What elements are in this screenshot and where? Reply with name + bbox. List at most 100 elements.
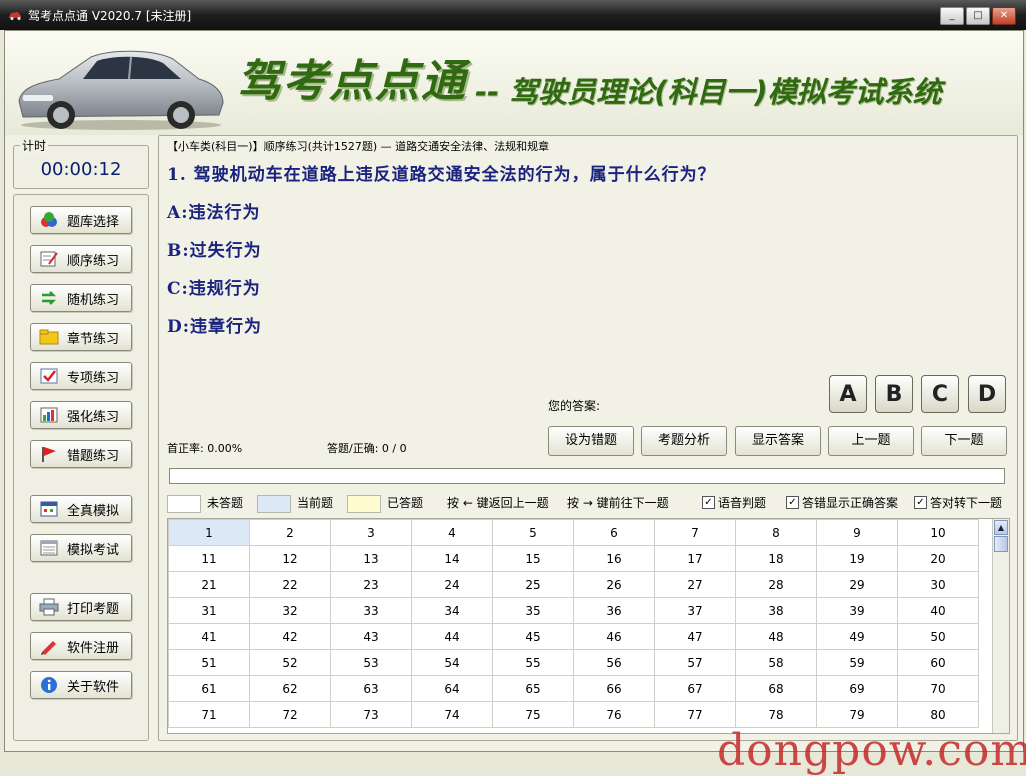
random-practice-button[interactable]: 随机练习 [30, 284, 132, 312]
question-cell[interactable]: 59 [816, 649, 898, 676]
question-cell[interactable]: 46 [573, 623, 655, 650]
question-cell[interactable]: 61 [168, 675, 250, 702]
chapter-practice-button[interactable]: 章节练习 [30, 323, 132, 351]
question-cell[interactable]: 28 [735, 571, 817, 598]
option-c[interactable]: C:违规行为 [167, 274, 261, 299]
question-cell[interactable]: 32 [249, 597, 331, 624]
question-bank-button[interactable]: 题库选择 [30, 206, 132, 234]
question-cell[interactable]: 78 [735, 701, 817, 728]
question-cell[interactable]: 37 [654, 597, 736, 624]
question-cell[interactable]: 23 [330, 571, 412, 598]
question-cell[interactable]: 70 [897, 675, 979, 702]
question-cell[interactable]: 13 [330, 545, 412, 572]
question-cell[interactable]: 38 [735, 597, 817, 624]
question-cell[interactable]: 52 [249, 649, 331, 676]
wrong-practice-button[interactable]: 错题练习 [30, 440, 132, 468]
show-answer-button[interactable]: 显示答案 [735, 426, 821, 456]
intensive-practice-button[interactable]: 强化练习 [30, 401, 132, 429]
question-cell[interactable]: 76 [573, 701, 655, 728]
question-cell[interactable]: 14 [411, 545, 493, 572]
question-cell[interactable]: 25 [492, 571, 574, 598]
question-cell[interactable]: 21 [168, 571, 250, 598]
close-button[interactable]: ✕ [992, 7, 1016, 25]
question-cell[interactable]: 75 [492, 701, 574, 728]
question-cell[interactable]: 31 [168, 597, 250, 624]
question-cell[interactable]: 22 [249, 571, 331, 598]
question-analysis-button[interactable]: 考题分析 [641, 426, 727, 456]
question-cell[interactable]: 44 [411, 623, 493, 650]
question-cell[interactable]: 74 [411, 701, 493, 728]
scroll-thumb[interactable] [994, 536, 1008, 552]
question-cell[interactable]: 15 [492, 545, 574, 572]
question-cell[interactable]: 69 [816, 675, 898, 702]
print-questions-button[interactable]: 打印考题 [30, 593, 132, 621]
question-cell[interactable]: 6 [573, 519, 655, 546]
question-cell[interactable]: 68 [735, 675, 817, 702]
next-question-button[interactable]: 下一题 [921, 426, 1007, 456]
question-cell[interactable]: 67 [654, 675, 736, 702]
maximize-button[interactable]: □ [966, 7, 990, 25]
question-cell[interactable]: 24 [411, 571, 493, 598]
question-cell[interactable]: 77 [654, 701, 736, 728]
question-cell[interactable]: 27 [654, 571, 736, 598]
question-cell[interactable]: 54 [411, 649, 493, 676]
question-cell[interactable]: 42 [249, 623, 331, 650]
question-cell[interactable]: 19 [816, 545, 898, 572]
voice-judge-checkbox[interactable]: ✓ [702, 496, 715, 509]
question-cell[interactable]: 80 [897, 701, 979, 728]
question-cell[interactable]: 49 [816, 623, 898, 650]
show-correct-checkbox[interactable]: ✓ [786, 496, 799, 509]
question-cell[interactable]: 17 [654, 545, 736, 572]
question-cell[interactable]: 11 [168, 545, 250, 572]
question-cell[interactable]: 3 [330, 519, 412, 546]
option-a[interactable]: A:违法行为 [167, 198, 260, 223]
previous-question-button[interactable]: 上一题 [828, 426, 914, 456]
question-cell[interactable]: 43 [330, 623, 412, 650]
question-cell[interactable]: 33 [330, 597, 412, 624]
question-cell[interactable]: 39 [816, 597, 898, 624]
answer-a-button[interactable]: A [829, 375, 867, 413]
question-cell[interactable]: 51 [168, 649, 250, 676]
question-cell[interactable]: 12 [249, 545, 331, 572]
question-cell[interactable]: 50 [897, 623, 979, 650]
option-b[interactable]: B:过失行为 [167, 236, 262, 261]
question-cell[interactable]: 30 [897, 571, 979, 598]
question-cell[interactable]: 2 [249, 519, 331, 546]
question-cell[interactable]: 72 [249, 701, 331, 728]
question-cell[interactable]: 1 [168, 519, 250, 546]
auto-next-checkbox[interactable]: ✓ [914, 496, 927, 509]
question-cell[interactable]: 16 [573, 545, 655, 572]
question-cell[interactable]: 34 [411, 597, 493, 624]
question-cell[interactable]: 57 [654, 649, 736, 676]
question-cell[interactable]: 8 [735, 519, 817, 546]
question-cell[interactable]: 47 [654, 623, 736, 650]
scroll-up-icon[interactable]: ▲ [994, 520, 1008, 535]
question-cell[interactable]: 45 [492, 623, 574, 650]
question-cell[interactable]: 9 [816, 519, 898, 546]
question-cell[interactable]: 58 [735, 649, 817, 676]
question-cell[interactable]: 65 [492, 675, 574, 702]
question-cell[interactable]: 60 [897, 649, 979, 676]
question-cell[interactable]: 56 [573, 649, 655, 676]
mock-exam-button[interactable]: 模拟考试 [30, 534, 132, 562]
question-cell[interactable]: 63 [330, 675, 412, 702]
answer-d-button[interactable]: D [968, 375, 1006, 413]
question-cell[interactable]: 20 [897, 545, 979, 572]
question-cell[interactable]: 73 [330, 701, 412, 728]
question-cell[interactable]: 40 [897, 597, 979, 624]
question-cell[interactable]: 29 [816, 571, 898, 598]
grid-scrollbar[interactable]: ▲ [992, 519, 1009, 733]
special-practice-button[interactable]: 专项练习 [30, 362, 132, 390]
answer-c-button[interactable]: C [921, 375, 959, 413]
question-cell[interactable]: 53 [330, 649, 412, 676]
question-cell[interactable]: 10 [897, 519, 979, 546]
question-cell[interactable]: 64 [411, 675, 493, 702]
question-cell[interactable]: 35 [492, 597, 574, 624]
question-cell[interactable]: 41 [168, 623, 250, 650]
question-cell[interactable]: 4 [411, 519, 493, 546]
mark-wrong-button[interactable]: 设为错题 [548, 426, 634, 456]
question-cell[interactable]: 18 [735, 545, 817, 572]
question-cell[interactable]: 66 [573, 675, 655, 702]
sequence-practice-button[interactable]: 顺序练习 [30, 245, 132, 273]
question-cell[interactable]: 71 [168, 701, 250, 728]
